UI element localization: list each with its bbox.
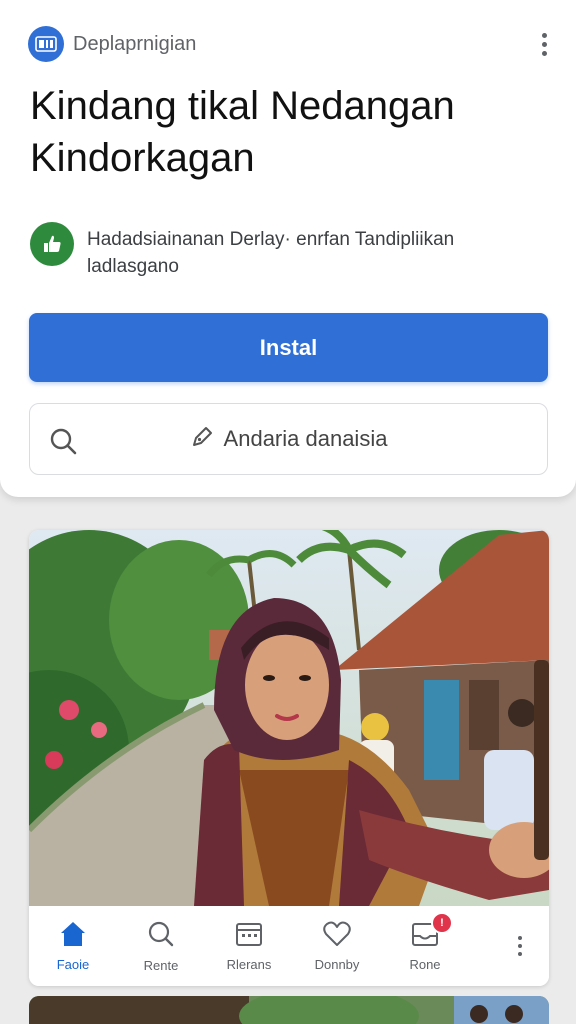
more-vert-icon[interactable] xyxy=(532,28,556,60)
nav-item-inbox[interactable]: ! Rone xyxy=(381,906,469,986)
nav-label: Rone xyxy=(409,957,441,972)
nav-label: Faоie xyxy=(56,957,90,972)
search-action[interactable]: Andaria danaisia xyxy=(30,404,547,474)
app-header-card: Deplaprnigian Kindang tikal Nedangan Kin… xyxy=(0,0,576,497)
promo-text: Hadadsiainanan Derlay· enrfan Tandipliik… xyxy=(87,229,455,277)
heart-icon xyxy=(322,920,352,951)
search-bar[interactable]: Andaria danaisia xyxy=(29,403,548,475)
app-name: Deplaprnigian xyxy=(73,32,197,55)
calendar-icon xyxy=(234,920,264,951)
bottom-nav: Faоie Rente Rlerans Donnby ! Rone xyxy=(29,906,549,986)
next-photo-thumbnail xyxy=(29,996,549,1024)
notification-badge: ! xyxy=(431,912,453,934)
page-title: Kindang tikal Nedangan Kindorkagan xyxy=(30,84,455,180)
app-header-row: Deplaprnigian xyxy=(28,26,556,62)
nav-item-home[interactable]: Faоie xyxy=(29,906,117,986)
thumbs-up-icon xyxy=(30,222,74,266)
nav-item-search[interactable]: Rente xyxy=(117,906,205,986)
woman-in-hijab-village-photo[interactable] xyxy=(29,530,549,906)
search-action-label: Andaria danaisia xyxy=(223,426,388,451)
nav-item-favorites[interactable]: Donnby xyxy=(293,906,381,986)
promo-row: Hadadsiainanan Derlay· enrfan Tandipliik… xyxy=(30,222,548,280)
install-button[interactable]: Instal xyxy=(29,313,548,382)
photo-card[interactable]: Faоie Rente Rlerans Donnby ! Rone xyxy=(29,530,549,986)
app-logo-icon xyxy=(28,26,64,62)
share-pencil-icon xyxy=(190,423,216,455)
more-vert-icon[interactable] xyxy=(515,931,525,961)
nav-label: Donnby xyxy=(314,957,360,972)
nav-item-calendar[interactable]: Rlerans xyxy=(205,906,293,986)
search-icon xyxy=(146,919,176,952)
next-photo-card[interactable] xyxy=(29,996,549,1024)
nav-label: Rente xyxy=(143,958,179,973)
home-icon xyxy=(58,920,88,951)
nav-label: Rlerans xyxy=(226,957,272,972)
